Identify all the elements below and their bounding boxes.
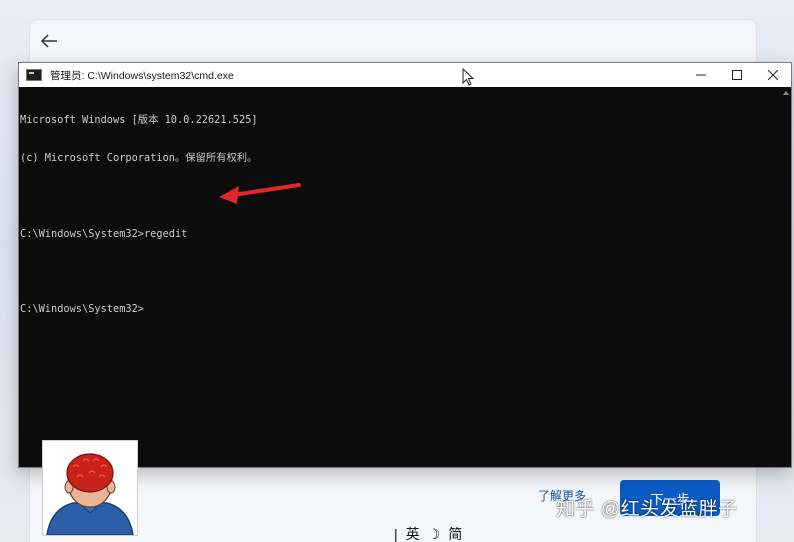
console-line: Microsoft Windows [版本 10.0.22621.525] [20, 114, 258, 127]
minimize-button[interactable] [683, 63, 719, 87]
cmd-app-icon [26, 69, 42, 81]
ime-language-mode[interactable]: 英 [406, 524, 420, 542]
maximize-icon [732, 70, 742, 80]
red-annotation-arrow-icon [219, 183, 301, 204]
console-output[interactable]: Microsoft Windows [版本 10.0.22621.525] (c… [19, 87, 780, 469]
maximize-button[interactable] [719, 63, 755, 87]
minimize-icon [696, 74, 706, 76]
cmd-window-title: 管理员: C:\Windows\system32\cmd.exe [50, 69, 234, 82]
ime-script-mode[interactable]: 简 [448, 524, 462, 542]
watermark: 知乎 @红头发蓝胖子 [556, 499, 738, 520]
scroll-up-icon[interactable] [783, 91, 789, 95]
avatar-image-icon [43, 441, 137, 535]
console-line: C:\Windows\System32> [20, 303, 144, 316]
cmd-titlebar[interactable]: 管理员: C:\Windows\system32\cmd.exe [19, 63, 791, 87]
mouse-cursor-icon [462, 68, 475, 86]
console-line: (c) Microsoft Corporation。保留所有权利。 [20, 151, 258, 164]
console-line: C:\Windows\System32>regedit [20, 227, 188, 240]
cmd-window[interactable]: 管理员: C:\Windows\system32\cmd.exe Microso… [18, 62, 792, 468]
avatar [42, 440, 138, 536]
ime-indicator[interactable]: | 英 ☽ 简 [394, 524, 470, 542]
ime-separator: | [394, 526, 398, 542]
moon-icon[interactable]: ☽ [428, 526, 441, 542]
close-icon [768, 70, 778, 80]
console-scrollbar[interactable] [781, 87, 791, 467]
back-arrow-icon [40, 34, 57, 48]
back-button[interactable] [38, 30, 60, 52]
close-button[interactable] [755, 63, 791, 87]
window-controls [683, 63, 791, 87]
